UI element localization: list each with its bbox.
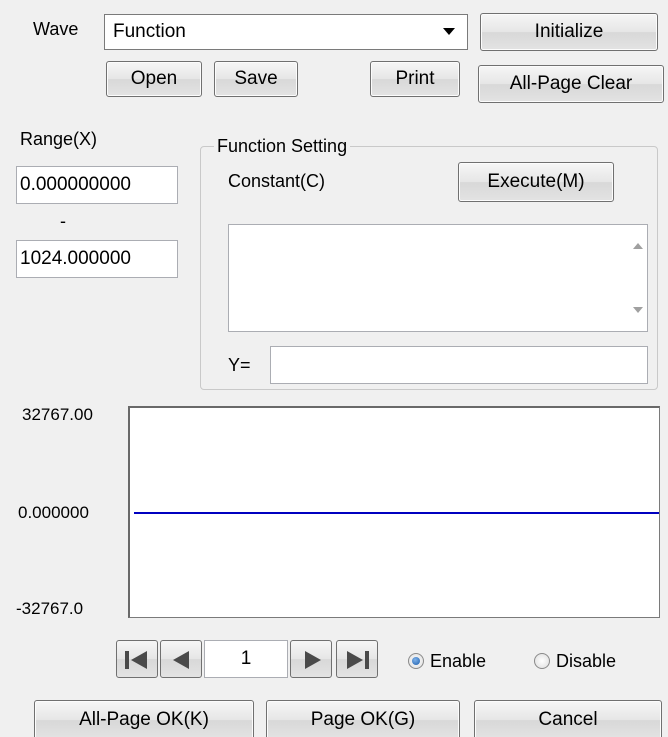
scroll-down-icon[interactable] bbox=[633, 307, 643, 313]
y-zero-label: 0.000000 bbox=[18, 503, 89, 522]
constant-label: Constant(C) bbox=[228, 171, 326, 191]
open-button[interactable]: Open bbox=[106, 61, 202, 97]
wave-selected-value: Function bbox=[113, 21, 186, 42]
constant-scrollbar[interactable] bbox=[628, 225, 647, 331]
cancel-button[interactable]: Cancel bbox=[474, 700, 662, 737]
range-min-input[interactable]: 0.000000000 bbox=[16, 166, 178, 204]
page-ok-button[interactable]: Page OK(G) bbox=[266, 700, 460, 737]
all-page-ok-button[interactable]: All-Page OK(K) bbox=[34, 700, 254, 737]
first-page-icon bbox=[125, 651, 147, 669]
range-label: Range(X) bbox=[20, 129, 98, 149]
chevron-down-icon bbox=[443, 28, 455, 35]
first-page-button[interactable] bbox=[116, 640, 158, 678]
scroll-up-icon[interactable] bbox=[633, 243, 643, 249]
zero-line bbox=[134, 512, 659, 514]
previous-page-icon bbox=[173, 651, 189, 669]
next-page-button[interactable] bbox=[290, 640, 332, 678]
y-max-label: 32767.00 bbox=[22, 405, 93, 424]
range-max-input[interactable]: 1024.000000 bbox=[16, 240, 178, 278]
last-page-icon bbox=[347, 651, 369, 669]
disable-radio[interactable] bbox=[534, 653, 550, 669]
page-number-input[interactable]: 1 bbox=[204, 640, 288, 678]
constant-textarea[interactable] bbox=[228, 224, 648, 332]
print-button[interactable]: Print bbox=[370, 61, 460, 97]
enable-radio[interactable] bbox=[408, 653, 424, 669]
enable-label[interactable]: Enable bbox=[430, 650, 486, 672]
wave-label: Wave bbox=[33, 19, 79, 39]
range-separator: - bbox=[60, 211, 66, 231]
next-page-icon bbox=[305, 651, 321, 669]
wave-select[interactable]: Function bbox=[104, 14, 468, 50]
save-button[interactable]: Save bbox=[214, 61, 298, 97]
waveform-plot[interactable] bbox=[128, 406, 660, 618]
function-setting-title: Function Setting bbox=[214, 135, 351, 157]
previous-page-button[interactable] bbox=[160, 640, 202, 678]
disable-label[interactable]: Disable bbox=[556, 650, 616, 672]
y-min-label: -32767.0 bbox=[16, 599, 84, 618]
initialize-button[interactable]: Initialize bbox=[480, 13, 658, 51]
all-page-clear-button[interactable]: All-Page Clear bbox=[478, 65, 664, 103]
y-equals-label: Y= bbox=[228, 355, 251, 375]
execute-button[interactable]: Execute(M) bbox=[458, 162, 614, 202]
y-expression-input[interactable] bbox=[270, 346, 648, 384]
last-page-button[interactable] bbox=[336, 640, 378, 678]
